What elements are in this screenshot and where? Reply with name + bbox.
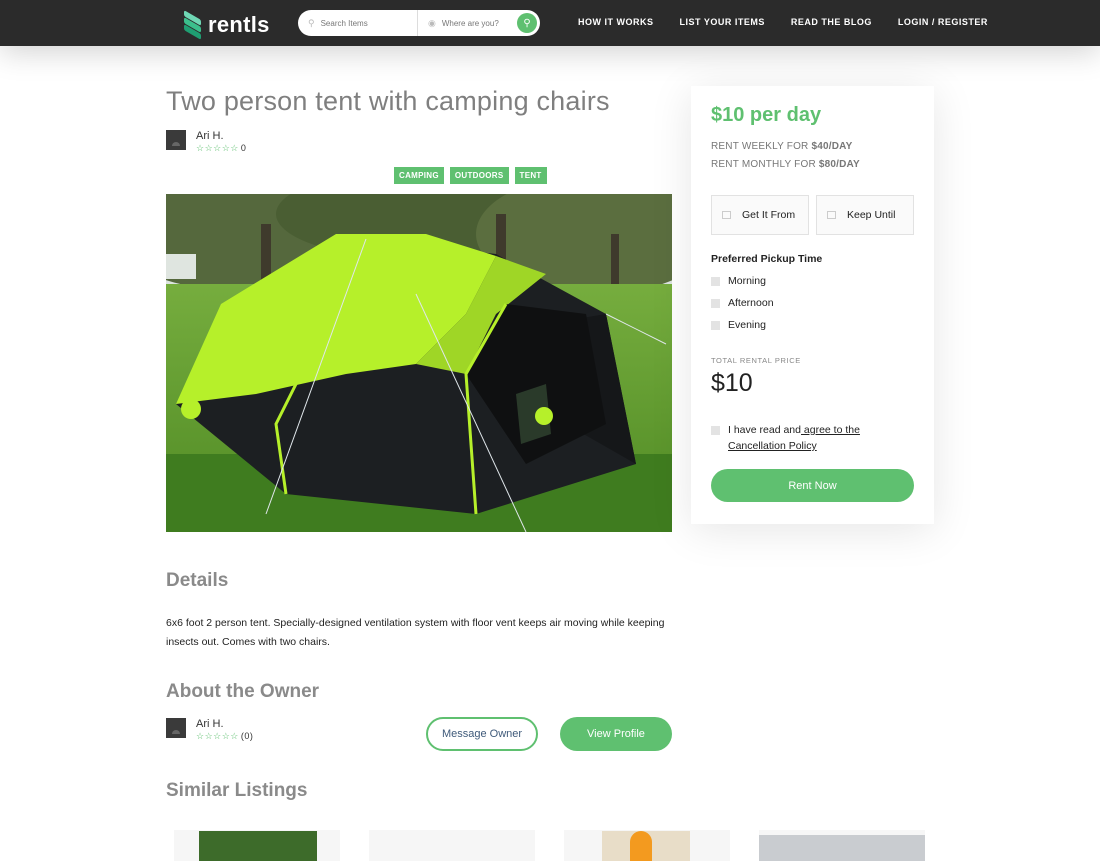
rating-count: (0) — [240, 731, 254, 741]
nav-link-list-items[interactable]: LIST YOUR ITEMS — [680, 17, 765, 27]
details-heading: Details — [166, 570, 229, 591]
checkbox-label: Evening — [728, 319, 766, 331]
end-date-field[interactable]: Keep Until — [816, 195, 914, 235]
similar-listings-heading: Similar Listings — [166, 780, 308, 801]
nav-link-blog[interactable]: READ THE BLOG — [791, 17, 872, 27]
similar-listing-card[interactable] — [759, 830, 925, 861]
terms-checkbox[interactable] — [711, 426, 720, 435]
nav-link-how-it-works[interactable]: HOW IT WORKS — [578, 17, 654, 27]
avatar — [166, 130, 186, 150]
nav-link-login-register[interactable]: LOGIN / REGISTER — [898, 17, 988, 27]
checkbox[interactable] — [711, 298, 720, 308]
brand-name: rentls — [208, 12, 270, 37]
tag-camping[interactable]: CAMPING — [394, 167, 444, 184]
top-nav: rentls ⚲ Search Items ◉ Where are you? ⚲… — [0, 0, 1100, 46]
owner-card[interactable]: Ari H. ☆☆☆☆☆ (0) — [166, 718, 253, 742]
listing-owner[interactable]: Ari H. ☆☆☆☆☆ 0 — [166, 130, 246, 154]
view-profile-button[interactable]: View Profile — [560, 717, 672, 751]
rating-stars: ☆☆☆☆☆ 0 — [196, 143, 247, 153]
brand-logo[interactable]: rentls — [184, 10, 270, 40]
weekly-rate: RENT WEEKLY FOR $40/DAY — [711, 141, 853, 152]
listing-title: Two person tent with camping chairs — [166, 86, 610, 116]
search-submit-button[interactable]: ⚲ — [517, 13, 537, 33]
similar-listings — [174, 830, 954, 861]
listing-thumbnail — [602, 831, 690, 861]
end-date-placeholder: Keep Until — [847, 209, 896, 221]
rent-now-button[interactable]: Rent Now — [711, 469, 914, 502]
owner-name: Ari H. — [196, 718, 224, 730]
calendar-icon — [722, 211, 731, 219]
calendar-icon — [827, 211, 836, 219]
rating-count: 0 — [240, 143, 247, 153]
location-placeholder: Where are you? — [441, 18, 499, 28]
terms-text: I have read and agree to the Cancellatio… — [728, 424, 860, 452]
booking-panel: $10 per day RENT WEEKLY FOR $40/DAY RENT… — [691, 86, 934, 524]
about-owner-heading: About the Owner — [166, 681, 320, 702]
similar-listing-card[interactable] — [564, 830, 730, 861]
tag-list: CAMPING OUTDOORS TENT — [394, 167, 553, 184]
total-price-value: $10 — [711, 369, 753, 397]
similar-listing-card[interactable] — [369, 830, 535, 861]
search-input[interactable]: ⚲ Search Items — [298, 10, 418, 36]
start-date-field[interactable]: Get It From — [711, 195, 809, 235]
owner-name: Ari H. — [196, 130, 224, 142]
pickup-time-heading: Preferred Pickup Time — [711, 253, 823, 265]
nav-links: HOW IT WORKS LIST YOUR ITEMS READ THE BL… — [578, 17, 1014, 27]
pickup-evening-checkbox[interactable]: Evening — [711, 319, 766, 331]
avatar — [166, 718, 186, 738]
details-description: 6x6 foot 2 person tent. Specially-design… — [166, 617, 665, 648]
price-per-day: $10 per day — [711, 104, 822, 126]
listing-photo — [166, 194, 672, 532]
logo-icon — [184, 10, 201, 40]
checkbox-label: Afternoon — [728, 297, 774, 309]
location-input[interactable]: ◉ Where are you? — [418, 10, 517, 36]
search-bar: ⚲ Search Items ◉ Where are you? ⚲ — [298, 10, 540, 36]
checkbox-label: Morning — [728, 275, 766, 287]
terms-agreement: I have read and agree to the Cancellatio… — [711, 422, 878, 454]
tag-outdoors[interactable]: OUTDOORS — [449, 167, 509, 184]
rating-stars: ☆☆☆☆☆ (0) — [196, 731, 254, 741]
search-icon: ⚲ — [523, 17, 531, 29]
location-pin-icon: ◉ — [428, 17, 436, 28]
monthly-rate: RENT MONTHLY FOR $80/DAY — [711, 159, 860, 170]
checkbox[interactable] — [711, 320, 720, 330]
start-date-placeholder: Get It From — [742, 209, 796, 221]
pickup-afternoon-checkbox[interactable]: Afternoon — [711, 297, 774, 309]
search-icon: ⚲ — [308, 17, 315, 28]
search-placeholder: Search Items — [320, 18, 368, 28]
tag-tent[interactable]: TENT — [514, 167, 547, 184]
listing-thumbnail — [199, 831, 317, 861]
message-owner-button[interactable]: Message Owner — [426, 717, 538, 751]
pickup-morning-checkbox[interactable]: Morning — [711, 275, 766, 287]
checkbox[interactable] — [711, 276, 720, 286]
similar-listing-card[interactable] — [174, 830, 340, 861]
listing-thumbnail — [759, 835, 925, 861]
total-price-label: TOTAL RENTAL PRICE — [711, 356, 801, 365]
